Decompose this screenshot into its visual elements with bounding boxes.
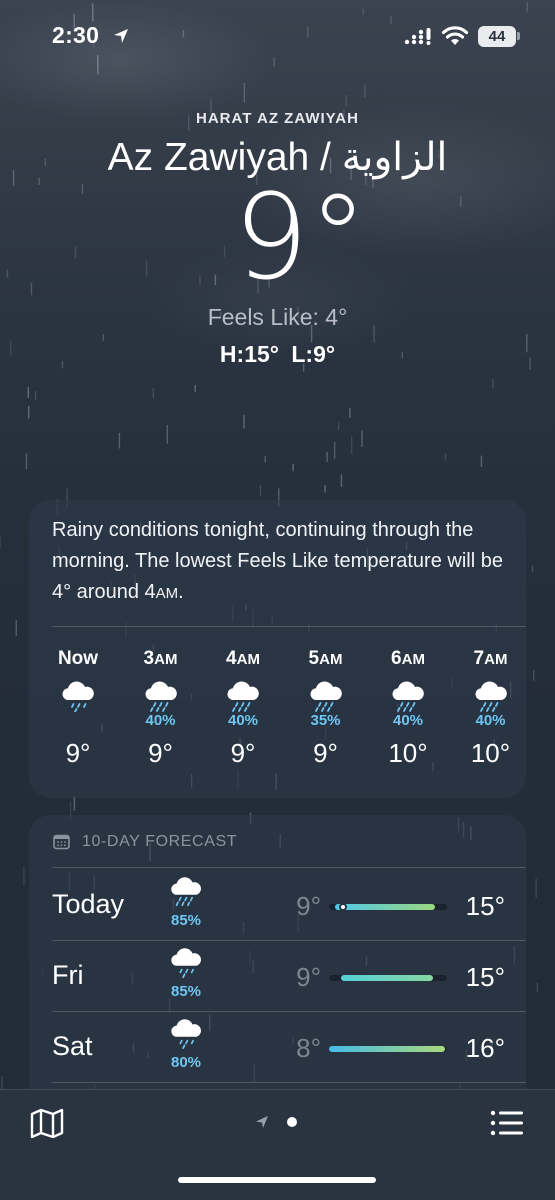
cloud-rain-icon <box>392 681 424 712</box>
summary-am: AM <box>155 585 179 602</box>
hour-label-text: 4 <box>226 648 237 669</box>
weather-summary: Rainy conditions tonight, continuing thr… <box>52 515 510 609</box>
cloud-rain-icon <box>144 681 177 712</box>
home-indicator[interactable] <box>178 1177 376 1183</box>
hour-label: 7AM <box>456 648 526 670</box>
feels-like: Feels Like: 4° <box>207 303 348 330</box>
calendar-icon <box>53 834 70 850</box>
location-arrow-icon <box>256 1116 268 1128</box>
hour-label-text: 3 <box>143 648 155 669</box>
row-divider <box>52 1082 526 1083</box>
cloud-drizzle-icon <box>171 1019 201 1049</box>
precip-chance: 40% <box>475 712 506 729</box>
precip-chance: 80% <box>170 1054 202 1071</box>
hour-label-suffix: AM <box>401 651 425 668</box>
list-icon[interactable] <box>490 1110 524 1136</box>
ten-day-header: 10-DAY FORECAST <box>82 833 238 850</box>
card-divider <box>52 867 526 868</box>
day-name: Today <box>52 889 125 919</box>
status-time: 2:30 <box>52 22 100 48</box>
temperature-range-bar <box>329 1046 447 1052</box>
hour-label: 4AM <box>208 648 278 670</box>
temperature-range-bar <box>329 903 447 911</box>
ten-day-forecast-card[interactable]: 10-DAY FORECAST Today 85% 9° 15° Fri 85% 9° 15°… <box>29 815 526 1105</box>
region-name: HARAT AZ ZAWIYAH <box>196 110 359 127</box>
cloud-drizzle-icon <box>171 948 201 978</box>
hour-label: 5AM <box>291 648 361 670</box>
hour-label-suffix: AM <box>484 651 508 668</box>
day-row[interactable]: Today 85% 9° 15° <box>29 869 526 941</box>
precip-chance: 40% <box>392 712 424 729</box>
hour-item: 4AM 40% 9° <box>208 648 278 769</box>
day-name: Sat <box>52 1031 93 1061</box>
summary-text: Rainy conditions tonight, continuing thr… <box>52 519 503 603</box>
low-temperature: 9° <box>296 891 321 921</box>
battery-icon: 44 <box>478 26 516 47</box>
temperature-range-fill <box>334 904 436 910</box>
high-temperature: 15° <box>465 962 505 992</box>
day-row[interactable]: Sat 80% 8° 16° <box>29 1011 526 1083</box>
hour-label-text: 6 <box>391 648 402 669</box>
card-divider <box>52 626 526 627</box>
current-temperature: 9° <box>233 168 368 306</box>
precip-chance: 40% <box>145 712 176 729</box>
cellular-signal-icon <box>404 28 431 45</box>
hour-temperature: 9° <box>313 738 338 768</box>
hour-item: 3AM 40% 9° <box>126 648 196 769</box>
hour-temperature: 9° <box>230 738 256 768</box>
cloud-rain-icon <box>309 681 342 712</box>
wifi-icon <box>441 26 469 45</box>
hour-label: 3AM <box>126 648 196 670</box>
cloud-drizzle-icon <box>62 681 94 712</box>
day-row[interactable]: Fri 85% 9° 15° <box>29 940 526 1012</box>
cloud-rain-icon <box>171 877 201 907</box>
battery-nub <box>517 32 520 40</box>
hour-item: 7AM 40% 10° <box>456 648 526 769</box>
hour-temperature: 9° <box>65 738 91 768</box>
page-indicator[interactable] <box>253 1114 303 1130</box>
high-temperature: 16° <box>465 1033 505 1063</box>
hourly-scroller[interactable]: Now 9° 3AM 40% 9° 4AM 40% 9° 5AM 35% 9° 6AM 40% 10° 7A… <box>37 648 526 788</box>
low-temperature: 9° <box>296 962 321 992</box>
location-header: HARAT AZ ZAWIYAH Az Zawiyah / الزاوية 9°… <box>0 110 555 368</box>
day-name: Fri <box>52 960 84 990</box>
bottom-toolbar <box>0 1089 555 1200</box>
location-arrow-icon <box>114 29 128 43</box>
high-temperature: 15° <box>465 891 505 921</box>
temperature-range-bar <box>329 975 447 981</box>
hour-label-suffix: AM <box>319 651 343 668</box>
precip-chance: 40% <box>227 712 259 729</box>
hour-label-suffix: AM <box>236 651 260 668</box>
hour-temperature: 10° <box>470 738 511 768</box>
precip-chance <box>43 712 113 730</box>
high-low: H:15° L:9° <box>219 340 336 367</box>
hour-label-text: Now <box>57 648 99 669</box>
temperature-range-fill <box>329 1046 445 1052</box>
cloud-rain-icon <box>474 681 507 712</box>
precip-chance: 35% <box>310 712 341 729</box>
hour-label: Now <box>43 648 113 670</box>
cloud-rain-icon <box>227 681 259 712</box>
hour-item: Now 9° <box>43 648 113 769</box>
hourly-forecast-card[interactable]: Rainy conditions tonight, continuing thr… <box>29 500 526 798</box>
hour-item: 5AM 35% 9° <box>291 648 361 769</box>
hour-label-text: 5 <box>308 648 320 669</box>
precip-chance: 85% <box>170 912 202 929</box>
map-icon[interactable] <box>30 1108 64 1138</box>
hour-item: 6AM 40% 10° <box>373 648 443 769</box>
hour-temperature: 10° <box>388 738 428 768</box>
temperature-range-fill <box>340 975 433 981</box>
precip-chance: 85% <box>170 983 202 1000</box>
hour-label-text: 7 <box>473 648 485 669</box>
hour-temperature: 9° <box>148 738 173 768</box>
hour-label-suffix: AM <box>154 651 178 668</box>
page-dot-icon <box>287 1117 297 1127</box>
hour-label: 6AM <box>373 648 443 670</box>
status-bar: 2:30 44 <box>0 0 555 74</box>
summary-end: . <box>178 581 184 603</box>
low-temperature: 8° <box>296 1033 321 1063</box>
